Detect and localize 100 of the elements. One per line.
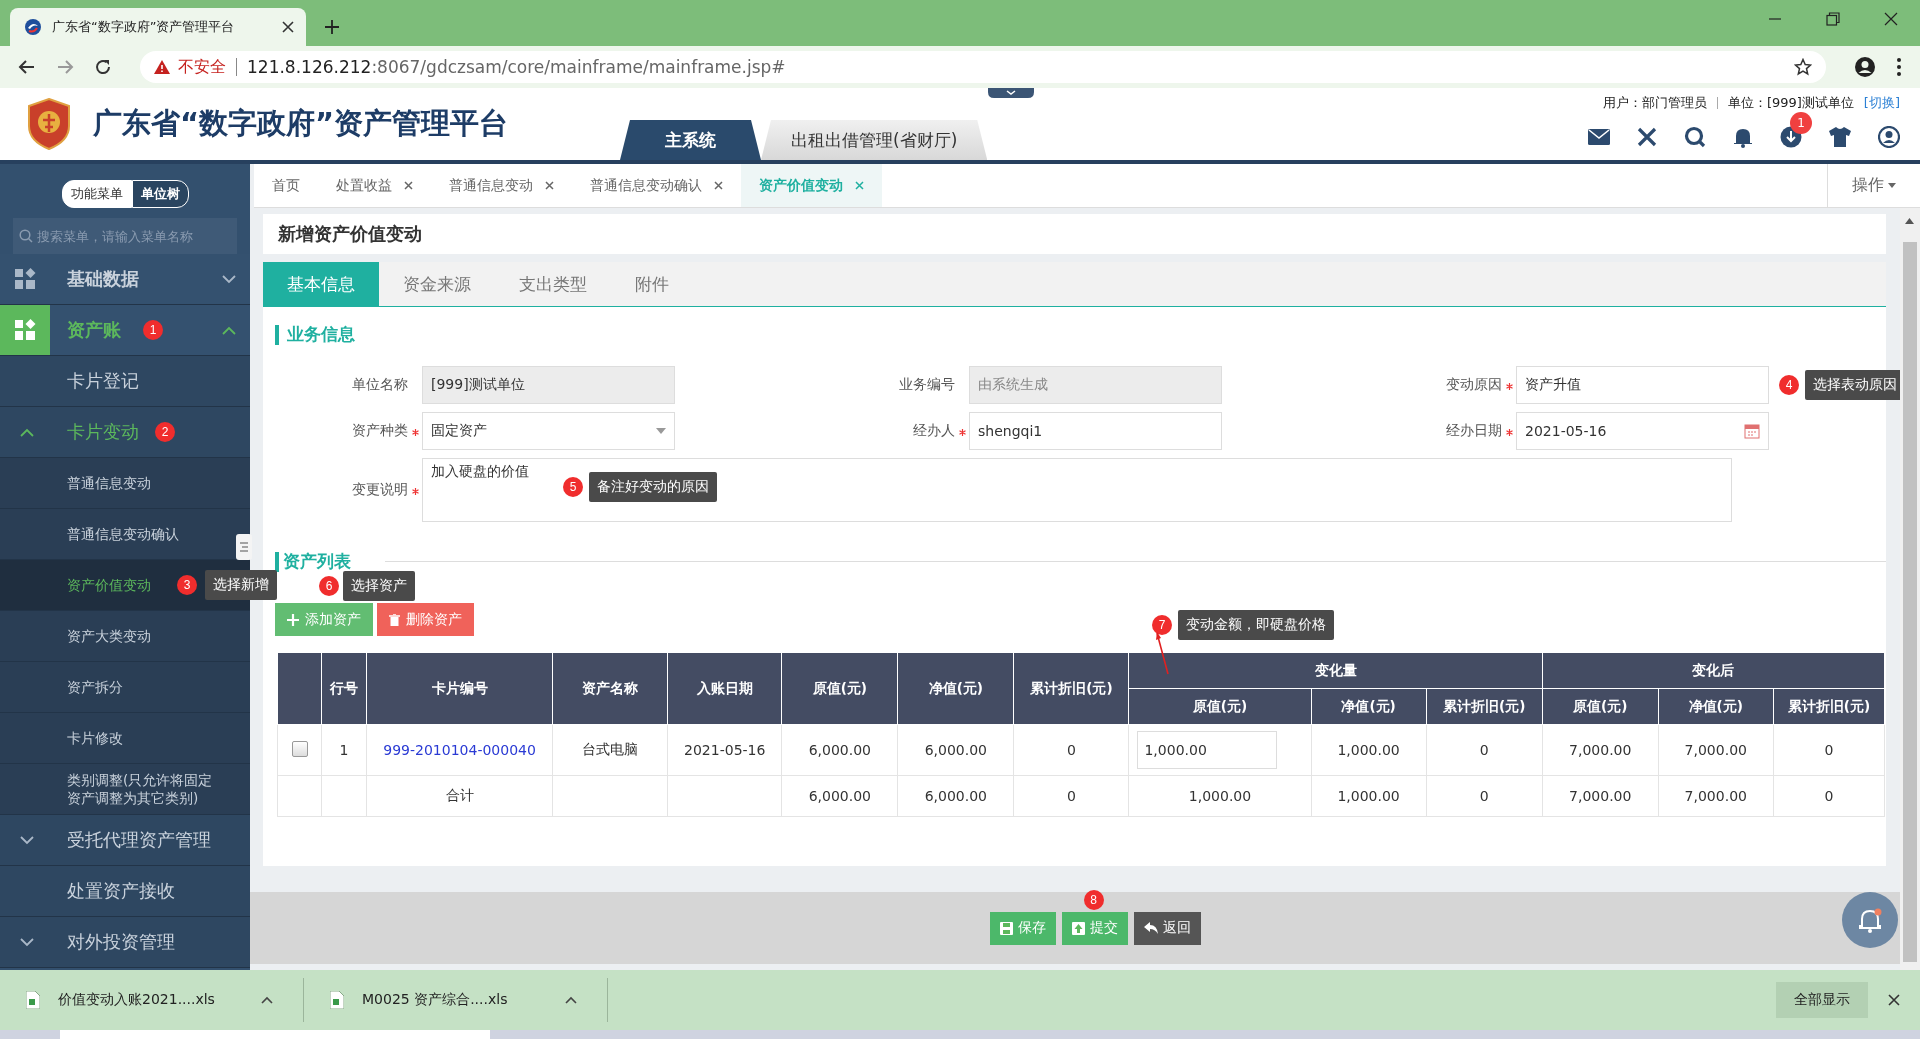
menu-item[interactable]: 卡片登记 xyxy=(0,356,250,407)
column-header: 原值(元) xyxy=(1542,688,1659,725)
operations-menu[interactable]: 操作 xyxy=(1827,164,1920,207)
bell-icon[interactable] xyxy=(1732,126,1754,148)
column-header: 净值(元) xyxy=(1311,688,1427,725)
menu-item[interactable]: 卡片变动 2 xyxy=(0,407,250,458)
menu-item[interactable]: 卡片修改 xyxy=(0,713,250,764)
pointer-arrow xyxy=(1156,632,1170,676)
download-item[interactable]: 价值变动入账2021....xls xyxy=(0,978,304,1022)
unit-label: 单位：[999]测试单位 xyxy=(1727,94,1854,112)
plus-icon xyxy=(287,613,299,626)
menu-item[interactable]: 受托代理资产管理 xyxy=(0,815,250,866)
mode-toggle[interactable]: 功能菜单 xyxy=(61,180,132,208)
close-icon[interactable] xyxy=(404,181,413,190)
tools-icon[interactable] xyxy=(1636,126,1658,148)
page-tab[interactable]: 普通信息变动确认 xyxy=(572,164,741,207)
annotation-tooltip: 选择新增 xyxy=(205,570,277,600)
menu-icon[interactable] xyxy=(1896,57,1902,77)
step-badge: 3 xyxy=(177,575,197,595)
column-header: 净值(元) xyxy=(897,652,1014,725)
shield-logo-icon xyxy=(27,98,71,150)
account-icon[interactable] xyxy=(1854,56,1876,78)
table-cell: 0 xyxy=(1013,724,1129,776)
menu-item[interactable]: 资产账 1 xyxy=(0,305,250,356)
column-group-header: 变化量 xyxy=(1128,652,1543,689)
system-tab[interactable]: 出租出借管理(省财厅) xyxy=(761,120,988,160)
menu-label: 资产账 xyxy=(67,318,121,342)
menu-item[interactable]: 资产大类变动 xyxy=(0,611,250,662)
upload-icon xyxy=(1071,921,1085,935)
page-tab[interactable]: 处置收益 xyxy=(318,164,431,207)
mail-icon[interactable] xyxy=(1588,129,1610,145)
back-button[interactable]: 返回 xyxy=(1133,911,1201,945)
menu-item[interactable]: 普通信息变动 xyxy=(0,458,250,509)
back-icon[interactable] xyxy=(18,58,36,76)
search-icon[interactable] xyxy=(1684,126,1706,148)
total-label: 合计 xyxy=(366,775,553,817)
forward-icon[interactable] xyxy=(56,58,74,76)
address-bar[interactable]: 不安全 121.8.126.212:8067/gdczsam/core/mainframe/mainframe.jsp# xyxy=(140,51,1826,83)
floppy-icon xyxy=(999,921,1013,935)
input-field[interactable]: shengqi1 xyxy=(969,412,1222,450)
security-label: 不安全 xyxy=(178,56,226,78)
field-label: 变动原因 xyxy=(1445,376,1502,394)
menu-item[interactable]: 对外投资管理 xyxy=(0,917,250,968)
table-cell: 1,000.00 xyxy=(1311,775,1427,817)
scroll-up-icon[interactable] xyxy=(1905,218,1914,224)
field-label: 资产种类 xyxy=(351,422,408,440)
page-tab[interactable]: 首页 xyxy=(254,164,318,207)
mode-toggle[interactable]: 单位树 xyxy=(131,180,189,208)
menu-item[interactable]: 普通信息变动确认 xyxy=(0,509,250,560)
annotation-tooltip: 变动金额，即硬盘价格 xyxy=(1178,610,1334,640)
step-badge: 6 xyxy=(319,576,339,596)
close-icon[interactable] xyxy=(1888,994,1900,1006)
section-title: 资产列表 xyxy=(283,550,351,573)
column-header: 卡片编号 xyxy=(366,652,553,725)
close-icon[interactable] xyxy=(714,181,723,190)
trash-icon xyxy=(389,613,400,626)
chevron-icon xyxy=(20,835,34,845)
reload-icon[interactable] xyxy=(94,58,112,76)
search-icon xyxy=(19,229,33,243)
collapse-handle-icon[interactable] xyxy=(988,88,1034,98)
table-cell: 0 xyxy=(1013,775,1129,817)
caret-icon xyxy=(1888,183,1896,188)
menu-item[interactable]: 处置资产接收 xyxy=(0,866,250,917)
chevron-icon[interactable] xyxy=(261,996,273,1004)
select-field[interactable]: 固定资产 xyxy=(422,412,675,450)
form-tab[interactable]: 支出类型 xyxy=(495,262,611,306)
new-tab-icon[interactable] xyxy=(324,19,340,35)
browser-tab[interactable]: 广东省“数字政府”资产管理平台 xyxy=(10,8,306,46)
site-logo-icon xyxy=(24,18,42,36)
count-badge: 1 xyxy=(1790,112,1812,134)
chevron-icon[interactable] xyxy=(565,996,577,1004)
form-tab[interactable]: 附件 xyxy=(611,262,693,306)
show-all-button[interactable]: 全部显示 xyxy=(1776,982,1868,1018)
system-tab[interactable]: 主系统 xyxy=(620,120,761,160)
menu-search-field[interactable]: 搜索菜单，请输入菜单名称 xyxy=(13,218,237,254)
caret-icon xyxy=(656,428,666,434)
star-icon[interactable] xyxy=(1794,58,1812,76)
download-item[interactable]: M0025 资产综合....xls xyxy=(304,978,608,1022)
input-field[interactable]: 资产升值 xyxy=(1516,366,1769,404)
table-cell: 台式电脑 xyxy=(552,724,668,776)
table-cell: 2021-05-16 xyxy=(667,724,782,776)
page-tab[interactable]: 普通信息变动 xyxy=(431,164,572,207)
shirt-icon[interactable] xyxy=(1828,126,1852,148)
close-icon[interactable] xyxy=(1884,12,1898,26)
close-icon[interactable] xyxy=(545,181,554,190)
amount-input[interactable]: 1,000.00 xyxy=(1137,731,1278,769)
row-checkbox[interactable] xyxy=(291,740,308,757)
user-icon[interactable] xyxy=(1878,126,1900,148)
switch-link[interactable]: [切换] xyxy=(1863,94,1900,112)
form-tab[interactable]: 资金来源 xyxy=(379,262,495,306)
collapse-handle-icon[interactable] xyxy=(236,534,252,560)
scrollbar-thumb[interactable] xyxy=(1903,242,1917,962)
restore-icon[interactable] xyxy=(1826,12,1840,26)
table-cell: 6,000.00 xyxy=(781,775,898,817)
menu-item[interactable]: 资产拆分 xyxy=(0,662,250,713)
input-field[interactable]: [999]测试单位 xyxy=(422,366,675,404)
menu-item[interactable]: 类别调整(只允许将固定资产调整为其它类别) xyxy=(0,764,250,815)
date-field[interactable]: 2021-05-16 xyxy=(1516,412,1769,450)
column-header: 净值(元) xyxy=(1658,688,1774,725)
close-icon[interactable] xyxy=(282,21,294,33)
